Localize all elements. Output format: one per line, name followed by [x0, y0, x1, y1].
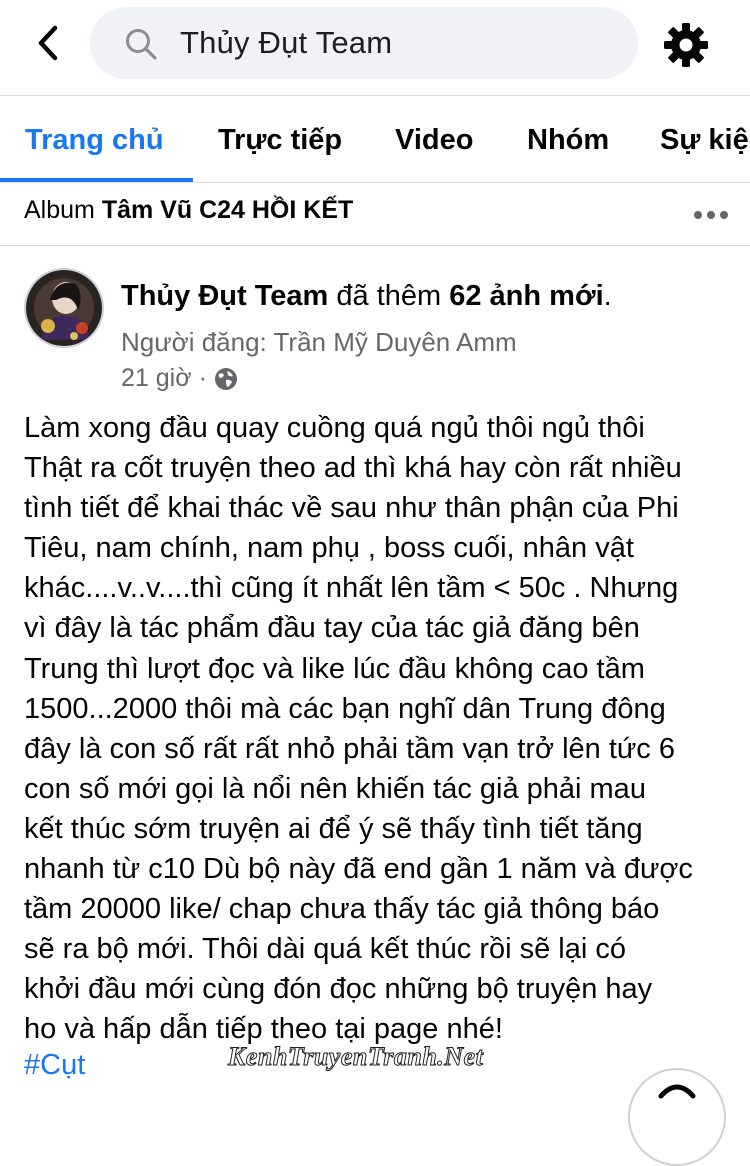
album-name: Tâm Vũ C24 HỒI KẾT — [101, 196, 354, 224]
active-tab-indicator — [0, 178, 193, 182]
tab-groups[interactable]: Nhóm — [527, 97, 609, 182]
hashtag-link[interactable]: #Cụt — [24, 1049, 85, 1082]
post-headline: Thủy Đụt Team đã thêm 62 ảnh mới. — [121, 280, 612, 313]
headline-period: . — [603, 280, 612, 312]
floating-action-button[interactable] — [628, 1068, 726, 1166]
page-tabs: Trang chủ Trực tiếp Video Nhóm Sự kiện — [0, 97, 750, 183]
top-bar: Thủy Đụt Team — [0, 0, 750, 96]
post-time[interactable]: 21 giờ — [121, 364, 192, 393]
post-line: Trung thì lượt đọc và like lúc đầu không… — [24, 652, 645, 685]
post-line: Tiêu, nam chính, nam phụ , boss cuối, nh… — [24, 532, 634, 565]
post-line: Thật ra cốt truyện theo ad thì khá hay c… — [24, 452, 682, 485]
post-meta: 21 giờ · — [121, 364, 238, 393]
action-text: đã thêm — [336, 280, 442, 312]
post-line: 1500...2000 thôi mà các bạn nghĩ dân Tru… — [24, 692, 666, 725]
post-line: con số mới gọi là nổi nên khiến tác giả … — [24, 772, 646, 805]
tab-video[interactable]: Video — [395, 97, 473, 182]
poster-line: Người đăng: Trần Mỹ Duyên Amm — [121, 327, 517, 357]
post-body: Làm xong đầu quay cuồng quá ngủ thôi ngủ… — [24, 408, 736, 1050]
post-line: Làm xong đầu quay cuồng quá ngủ thôi ngủ… — [24, 412, 645, 444]
post-line: đây là con số rất rất nhỏ phải tầm vạn t… — [24, 732, 675, 765]
search-icon — [126, 29, 157, 60]
page-name-link[interactable]: Thủy Đụt Team — [121, 280, 328, 312]
search-query: Thủy Đụt Team — [180, 25, 393, 60]
tab-events[interactable]: Sự kiện — [660, 97, 750, 182]
post-line: khác....v..v....thì cũng ít nhất lên tầm… — [24, 572, 679, 605]
more-options-button[interactable] — [688, 200, 734, 230]
gear-icon — [664, 23, 708, 67]
settings-button[interactable] — [660, 19, 712, 71]
post-line: vì đây là tác phẩm đầu tay của tác giả đ… — [24, 612, 640, 645]
photo-count[interactable]: 62 ảnh mới — [449, 280, 603, 312]
post-line: kết thúc sớm truyện ai để ý sẽ thấy tình… — [24, 812, 643, 845]
post-line: tình tiết để khai thác về sau như thân p… — [24, 492, 679, 525]
globe-icon — [214, 367, 237, 390]
meta-separator: · — [198, 364, 207, 392]
page-avatar[interactable] — [24, 268, 104, 348]
post-line: khởi đầu mới cùng đón đọc những bộ truyệ… — [24, 973, 653, 1006]
search-input[interactable]: Thủy Đụt Team — [90, 7, 638, 79]
more-horizontal-icon — [694, 211, 728, 219]
album-bar: Album Tâm Vũ C24 HỒI KẾT — [0, 184, 750, 246]
album-prefix: Album — [24, 196, 95, 224]
avatar-image — [26, 270, 102, 346]
tab-home[interactable]: Trang chủ — [25, 97, 164, 182]
chevron-left-icon — [38, 25, 58, 61]
post-line: nhanh từ c10 Dù bộ này đã end gần 1 năm … — [24, 853, 693, 886]
back-button[interactable] — [28, 22, 68, 64]
arrow-up-icon — [658, 1084, 696, 1099]
post-line: sẽ ra bộ mới. Thôi dài quá kết thúc rồi … — [24, 933, 627, 966]
album-title[interactable]: Album Tâm Vũ C24 HỒI KẾT — [24, 196, 353, 225]
tab-live[interactable]: Trực tiếp — [218, 97, 342, 182]
post-line: tầm 20000 like/ chap chưa thấy tác giả t… — [24, 893, 660, 926]
watermark: KenhTruyenTranh.Net — [227, 1042, 484, 1072]
